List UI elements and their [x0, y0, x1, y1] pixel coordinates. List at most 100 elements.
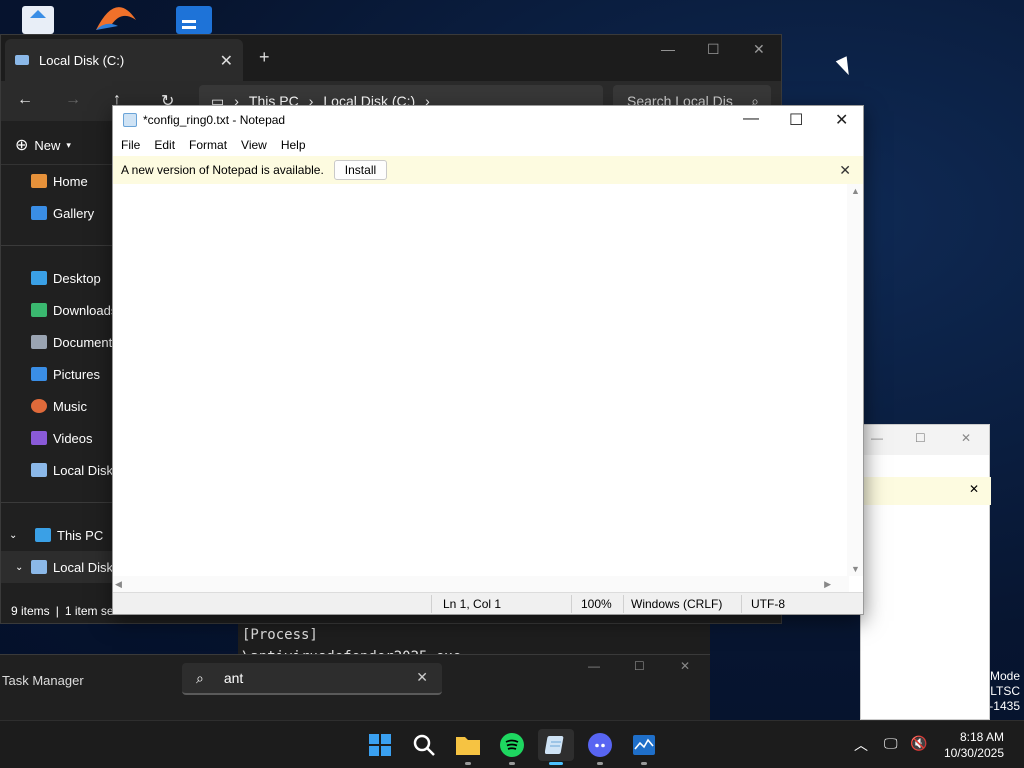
edge-browser-icon[interactable]	[92, 0, 140, 34]
maximize-icon[interactable]: ☐	[789, 110, 803, 130]
task-manager-search-input[interactable]: ⌕ ant ✕	[182, 663, 442, 695]
vertical-scrollbar[interactable]: ▲ ▼	[847, 184, 863, 576]
videos-icon	[31, 431, 47, 445]
explorer-sidebar: Home Gallery Desktop Downloads Documents…	[1, 165, 113, 583]
chevron-down-icon[interactable]: ⌄	[15, 562, 25, 573]
chevron-down-icon[interactable]: ⌄	[9, 530, 29, 541]
sidebar-item-label: Local Disk (	[53, 462, 113, 478]
taskbar: ︿ 🖵 🔇 8:18 AM 10/30/2025	[0, 720, 1024, 768]
menu-edit[interactable]: Edit	[154, 138, 175, 152]
close-icon[interactable]: ✕	[753, 41, 765, 58]
drive-icon	[15, 55, 29, 65]
sidebar-item-desktop[interactable]: Desktop	[1, 262, 113, 294]
maximize-icon[interactable]: ☐	[634, 659, 645, 673]
zoom-level: 100%	[581, 597, 612, 611]
menu-view[interactable]: View	[241, 138, 267, 152]
scroll-down-icon[interactable]: ▼	[851, 564, 860, 574]
close-icon[interactable]: ✕	[969, 482, 979, 496]
sidebar-item-local-disk-tree[interactable]: ⌄ Local Disk	[1, 551, 113, 583]
scroll-up-icon[interactable]: ▲	[851, 186, 860, 196]
install-button[interactable]: Install	[333, 160, 388, 180]
new-button[interactable]: ⊕ New ▾	[15, 135, 71, 155]
task-manager-icon	[633, 735, 655, 755]
back-arrow-icon[interactable]: ←	[17, 91, 33, 109]
volume-muted-icon[interactable]: 🔇	[910, 735, 927, 752]
system-clock[interactable]: 8:18 AM 10/30/2025	[944, 729, 1004, 761]
recycle-bin-icon[interactable]	[18, 0, 66, 34]
music-icon	[31, 399, 47, 413]
clear-search-icon[interactable]: ✕	[416, 669, 428, 686]
menu-format[interactable]: Format	[189, 138, 227, 152]
documents-icon	[31, 335, 47, 349]
new-tab-button[interactable]: +	[259, 47, 270, 68]
status-divider: |	[55, 604, 59, 618]
network-icon[interactable]: 🖵	[884, 735, 898, 752]
sidebar-item-downloads[interactable]: Downloads	[1, 294, 113, 326]
status-divider	[741, 595, 742, 613]
sidebar-item-music[interactable]: Music	[1, 390, 113, 422]
menu-help[interactable]: Help	[281, 138, 306, 152]
sidebar-item-videos[interactable]: Videos	[1, 422, 113, 454]
notepad-icon	[123, 113, 137, 127]
console-output: [Process] \antivirusdefender2025.exe	[238, 624, 710, 656]
maximize-icon[interactable]: ☐	[707, 41, 720, 58]
close-icon[interactable]: ✕	[961, 431, 971, 445]
sidebar-item-this-pc[interactable]: ⌄ This PC	[1, 519, 113, 551]
sidebar-item-label: Gallery	[53, 205, 95, 221]
minimize-icon[interactable]: —	[588, 659, 600, 673]
text-editor-area[interactable]	[113, 184, 849, 576]
running-indicator	[641, 762, 647, 765]
running-indicator	[597, 762, 603, 765]
cursor-position: Ln 1, Col 1	[443, 597, 502, 611]
discord-icon	[588, 733, 612, 757]
sidebar-item-local-disk[interactable]: Local Disk (	[1, 454, 113, 486]
close-banner-icon[interactable]: ✕	[839, 162, 851, 179]
menu-file[interactable]: File	[121, 138, 140, 152]
sidebar-item-home[interactable]: Home	[1, 165, 113, 197]
taskbar-file-explorer[interactable]	[450, 729, 486, 765]
close-icon[interactable]: ✕	[680, 659, 690, 673]
taskbar-spotify[interactable]	[494, 729, 530, 765]
taskbar-task-manager[interactable]	[626, 729, 662, 765]
search-icon: ⌕	[196, 669, 204, 686]
start-button[interactable]	[362, 729, 398, 761]
minimize-icon[interactable]: —	[743, 110, 759, 128]
chevron-up-icon[interactable]: ︿	[854, 735, 868, 755]
background-window: — ☐ ✕ ✕	[860, 424, 991, 720]
watermark-line: LTSC	[990, 684, 1020, 698]
sidebar-item-label: Home	[53, 173, 88, 189]
sidebar-item-gallery[interactable]: Gallery	[1, 197, 113, 229]
taskbar-search-button[interactable]	[406, 729, 442, 761]
close-tab-icon[interactable]: ✕	[220, 51, 233, 71]
sidebar-item-label: Pictures	[53, 366, 100, 382]
line-endings: Windows (CRLF)	[631, 597, 723, 611]
scroll-right-icon[interactable]: ▶	[824, 579, 831, 590]
windows-logo-icon	[369, 734, 391, 756]
horizontal-scrollbar[interactable]: ◀ ▶	[113, 576, 849, 592]
maximize-icon[interactable]: ☐	[915, 431, 926, 445]
taskbar-discord[interactable]	[582, 729, 618, 765]
status-divider	[571, 595, 572, 613]
search-value: ant	[223, 670, 244, 686]
forward-arrow-icon[interactable]: →	[65, 91, 81, 109]
minimize-icon[interactable]: —	[661, 41, 675, 57]
background-window-titlebar: — ☐ ✕	[861, 425, 989, 455]
notepad-statusbar: Ln 1, Col 1 100% Windows (CRLF) UTF-8	[113, 592, 863, 614]
sidebar-item-label: Music	[53, 398, 87, 414]
close-icon[interactable]: ✕	[835, 110, 848, 130]
computer-icon	[35, 528, 51, 542]
sidebar-item-documents[interactable]: Documents	[1, 326, 113, 358]
sidebar-item-pictures[interactable]: Pictures	[1, 358, 113, 390]
document-app-icon[interactable]	[174, 0, 222, 34]
explorer-statusbar: 9 items | 1 item selected 2.4 bytes	[1, 599, 113, 623]
watermark-line: -1435	[989, 699, 1020, 713]
chevron-down-icon: ▾	[66, 139, 71, 150]
minimize-icon[interactable]: —	[871, 431, 883, 445]
sidebar-item-label: This PC	[57, 527, 104, 543]
scroll-left-icon[interactable]: ◀	[115, 579, 122, 590]
sidebar-item-label: Local Disk	[53, 559, 113, 575]
sidebar-item-label: Desktop	[53, 270, 101, 286]
taskbar-notepad[interactable]	[538, 729, 574, 765]
sidebar-divider	[1, 502, 113, 503]
explorer-tab[interactable]: Local Disk (C:) ✕	[5, 39, 243, 81]
